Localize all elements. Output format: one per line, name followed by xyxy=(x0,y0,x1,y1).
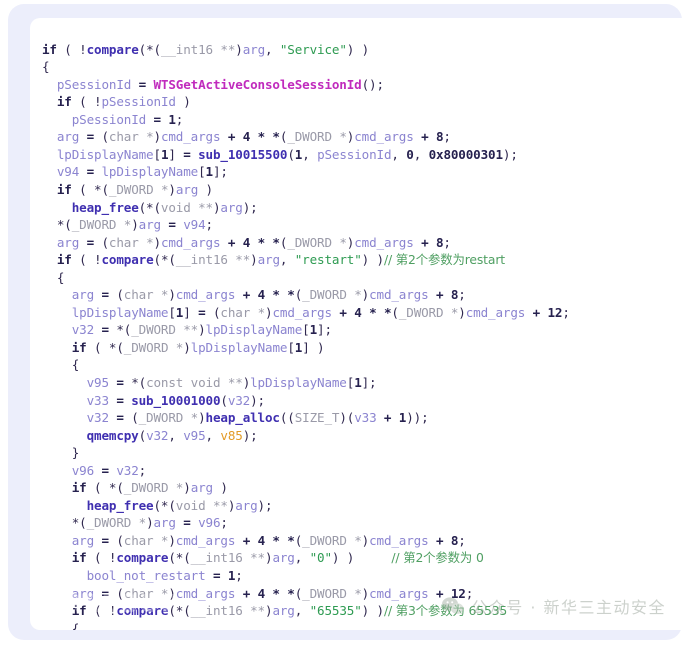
inline-comment: // 第2个参数为 0 xyxy=(391,550,484,566)
code-line: heap_free(*(void **)arg); xyxy=(71,199,258,215)
code-line: if ( !compare(*(__int16 **)arg, "restart… xyxy=(56,252,505,268)
code-line: if ( *(_DWORD *)lpDisplayName[1] ) xyxy=(71,339,325,355)
code-line: v32 = (_DWORD *)heap_alloc((SIZE_T)(v33 … xyxy=(86,410,429,426)
code-line: v94 = lpDisplayName[1]; xyxy=(56,164,228,180)
code-line: *(_DWORD *)arg = v96; xyxy=(42,515,228,531)
code-line: pSessionId = 1; xyxy=(71,111,184,127)
code-line: v32 = *(_DWORD **)lpDisplayName[1]; xyxy=(71,322,332,338)
code-line: { xyxy=(42,620,80,630)
code-line: v95 = *(const void **)lpDisplayName[1]; xyxy=(86,374,377,390)
code-line: if ( !compare(*(__int16 **)arg, "Service… xyxy=(42,41,370,57)
code-line: arg = (char *)cmd_args + 4 * *(_DWORD *)… xyxy=(71,287,466,303)
code-line: arg = (char *)cmd_args + 4 * *(_DWORD *)… xyxy=(56,129,451,145)
code-line: v33 = sub_10001000(v32); xyxy=(86,392,266,408)
code-line: if ( !pSessionId ) xyxy=(56,94,191,110)
inline-comment: // 第2个参数为restart xyxy=(383,252,505,268)
code-line: arg = (char *)cmd_args + 4 * *(_DWORD *)… xyxy=(56,234,451,250)
code-line: if ( !compare(*(__int16 **)arg, "65535")… xyxy=(71,603,508,619)
code-line: lpDisplayName[1] = sub_10015500(1, pSess… xyxy=(56,146,518,162)
code-line: heap_free(*(void **)arg); xyxy=(86,497,273,513)
code-line: if ( !compare(*(__int16 **)arg, "0") ) /… xyxy=(71,550,484,566)
code-line: lpDisplayName[1] = (char *)cmd_args + 4 … xyxy=(71,304,570,320)
code-line: } xyxy=(42,445,80,461)
code-snippet-card: if ( !compare(*(__int16 **)arg, "Service… xyxy=(8,4,682,640)
code-line: { xyxy=(42,357,80,373)
code-line: { xyxy=(42,269,65,285)
code-line: qmemcpy(v32, v95, v85); xyxy=(86,427,258,443)
code-line: *(_DWORD *)arg = v94; xyxy=(42,217,213,233)
code-line: pSessionId = WTSGetActiveConsoleSessionI… xyxy=(56,76,384,92)
code-line: if ( *(_DWORD *)arg ) xyxy=(71,480,228,496)
highlighted-variable: v85 xyxy=(220,427,243,443)
code-line: { xyxy=(42,59,50,75)
code-line: if ( *(_DWORD *)arg ) xyxy=(56,181,213,197)
code-line: arg = (char *)cmd_args + 4 * *(_DWORD *)… xyxy=(71,532,466,548)
decompiled-code-block: if ( !compare(*(__int16 **)arg, "Service… xyxy=(30,31,586,630)
code-sheet: if ( !compare(*(__int16 **)arg, "Service… xyxy=(30,18,682,630)
code-line: bool_not_restart = 1; xyxy=(86,568,243,583)
code-line: arg = (char *)cmd_args + 4 * *(_DWORD *)… xyxy=(71,585,474,601)
inline-comment: // 第3个参数为 65535 xyxy=(383,603,508,619)
code-line: v96 = v32; xyxy=(71,462,147,478)
